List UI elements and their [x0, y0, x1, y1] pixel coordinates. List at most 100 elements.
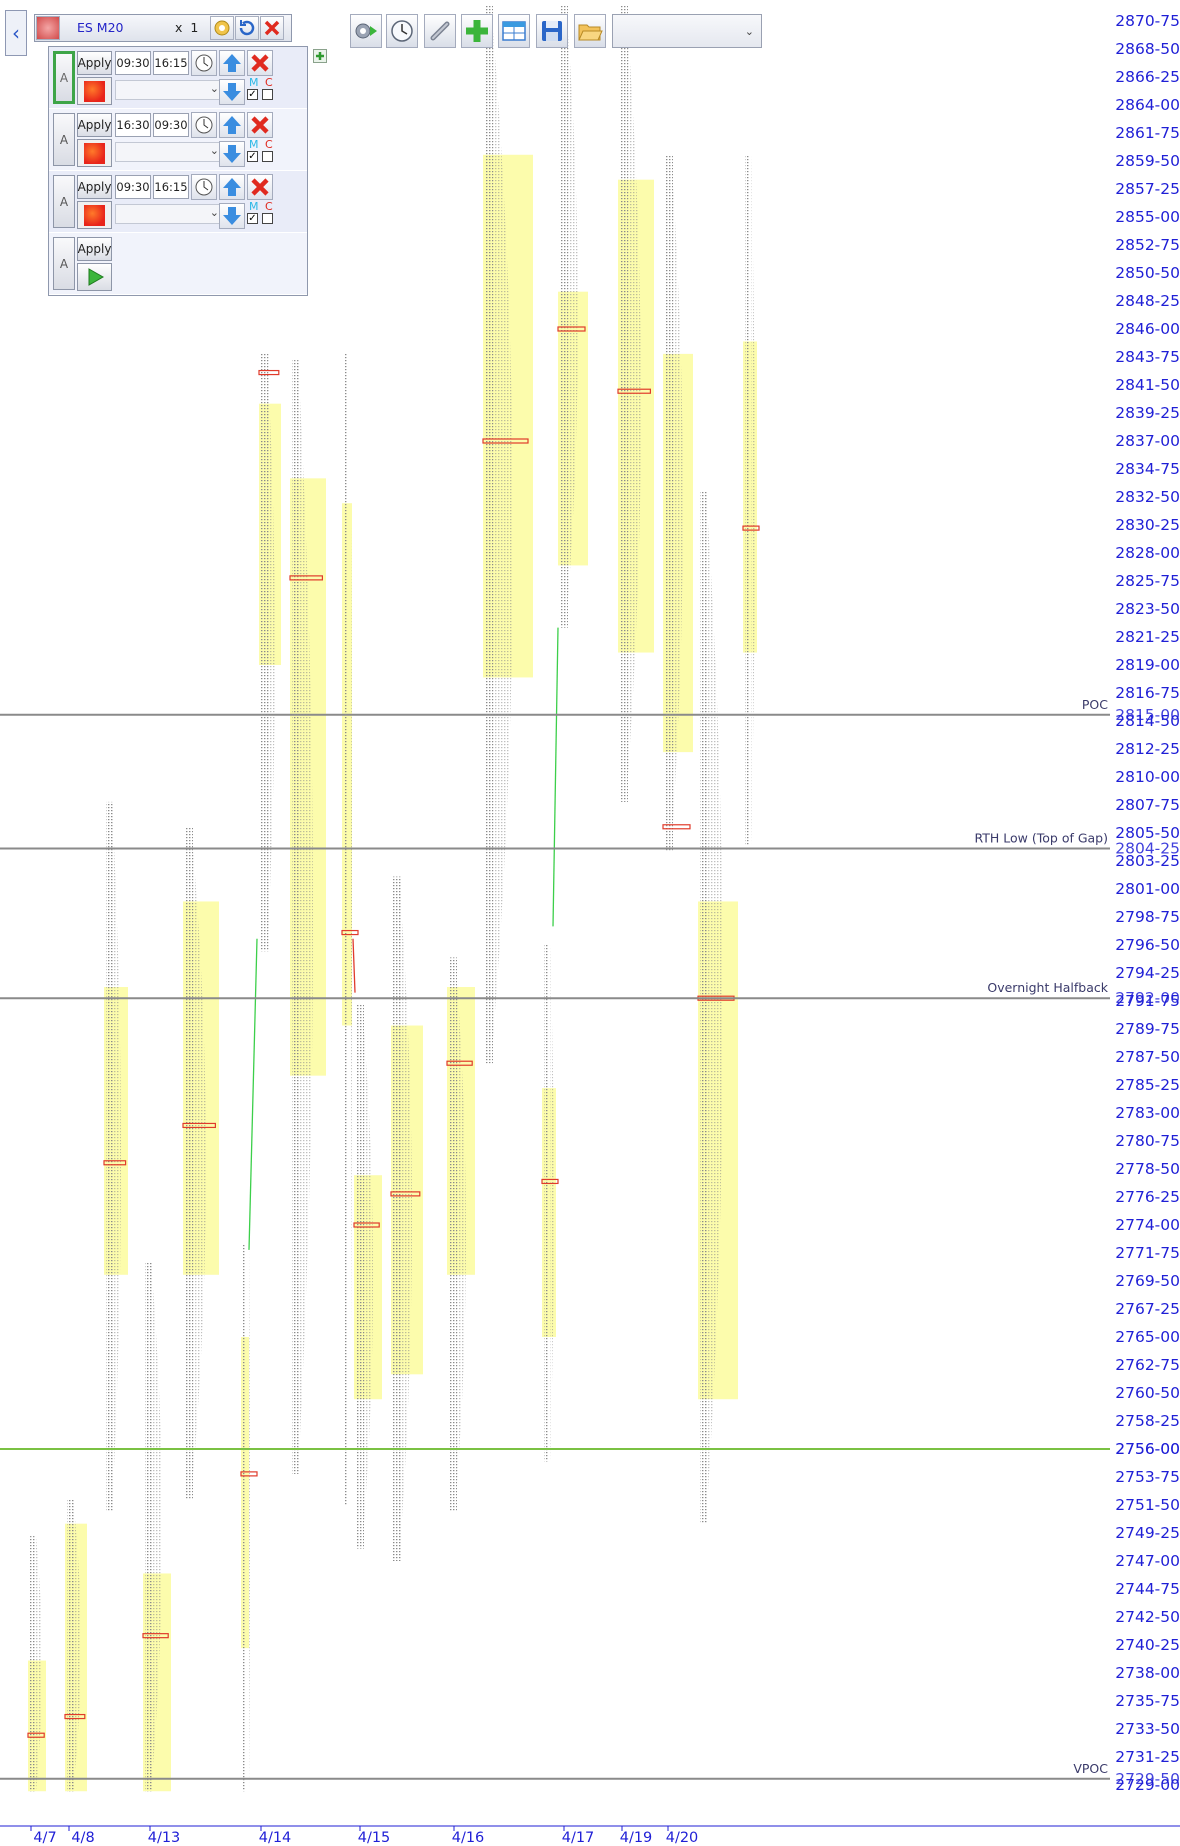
price-tick-label: 2735-75	[1115, 1692, 1180, 1710]
session-toggle-button[interactable]: A	[53, 51, 75, 104]
profile-4-15	[390, 876, 423, 1561]
collapse-panel-button[interactable]: ‹	[5, 10, 27, 56]
add-icon[interactable]	[461, 14, 493, 48]
settings-run-icon[interactable]	[350, 14, 382, 48]
price-tick-label: 2787-50	[1115, 1048, 1180, 1066]
apply-button[interactable]: Apply	[77, 175, 112, 199]
clock-icon[interactable]	[191, 174, 217, 200]
delete-session-icon[interactable]	[247, 50, 273, 76]
migration-line	[552, 627, 559, 927]
move-down-icon[interactable]	[219, 203, 245, 229]
table-layout-icon[interactable]	[498, 14, 530, 48]
move-up-icon[interactable]	[219, 112, 245, 138]
move-up-icon[interactable]	[219, 50, 245, 76]
tpo-letters	[544, 945, 549, 1462]
m-checkbox[interactable]: ✓	[247, 213, 258, 224]
profile-type-select[interactable]: ⌄	[115, 142, 223, 162]
color-picker-button[interactable]	[77, 139, 112, 167]
date-tick-label: 4/15	[358, 1830, 391, 1846]
open-folder-icon[interactable]	[574, 14, 606, 48]
price-tick-label: 2796-50	[1115, 936, 1180, 954]
clock-icon[interactable]	[191, 50, 217, 76]
price-tick-label: 2834-75	[1115, 460, 1180, 478]
price-tick-label: 2762-75	[1115, 1356, 1180, 1374]
gear-icon[interactable]	[210, 16, 234, 40]
session-toggle-button[interactable]: A	[53, 175, 75, 228]
price-tick-label: 2846-00	[1115, 320, 1180, 338]
move-up-icon[interactable]	[219, 174, 245, 200]
price-tick-label: 2821-25	[1115, 628, 1180, 646]
start-time-field[interactable]: 16:30	[115, 113, 151, 137]
start-time-field[interactable]: 09:30	[115, 51, 151, 75]
date-tick-label: 4/13	[148, 1830, 181, 1846]
power-icon[interactable]	[36, 16, 60, 40]
tpo-letters	[745, 154, 750, 846]
tpo-letters	[344, 353, 348, 1505]
price-tick-label: 2830-25	[1115, 516, 1180, 534]
multiplier-label: x 1	[175, 20, 199, 35]
date-tick-label: 4/16	[452, 1830, 485, 1846]
chevron-down-icon: ⌄	[209, 144, 219, 157]
price-tick-label: 2733-50	[1115, 1720, 1180, 1738]
color-picker-button[interactable]	[77, 201, 112, 229]
price-tick-label: 2731-25	[1115, 1748, 1180, 1766]
price-tick-label: 2794-25	[1115, 964, 1180, 982]
c-checkbox[interactable]	[262, 151, 273, 162]
refresh-icon[interactable]	[235, 16, 259, 40]
multiplier-value: 1	[190, 20, 199, 35]
session-toggle-button[interactable]: A	[53, 113, 75, 166]
price-tick-label: 2740-25	[1115, 1636, 1180, 1654]
session-row-4: A Apply	[49, 233, 307, 294]
apply-button[interactable]: Apply	[77, 237, 112, 261]
clock-icon[interactable]	[386, 14, 418, 48]
delete-session-icon[interactable]	[247, 174, 273, 200]
apply-button[interactable]: Apply	[77, 51, 112, 75]
clock-icon[interactable]	[191, 112, 217, 138]
color-picker-button[interactable]	[77, 77, 112, 105]
profile-4-8	[103, 801, 128, 1512]
move-down-icon[interactable]	[219, 79, 245, 105]
profile-4-7	[27, 1536, 46, 1792]
end-time-field[interactable]: 16:15	[153, 175, 189, 199]
price-tick-label: 2753-75	[1115, 1468, 1180, 1486]
chevron-down-icon: ⌄	[209, 82, 219, 95]
start-time-field[interactable]: 09:30	[115, 175, 151, 199]
price-tick-label: 2812-25	[1115, 740, 1180, 758]
end-time-field[interactable]: 16:15	[153, 51, 189, 75]
profile-4-14	[289, 360, 326, 1474]
date-tick-label: 4/8	[71, 1830, 94, 1846]
c-checkbox[interactable]	[262, 213, 273, 224]
profile-type-select[interactable]: ⌄	[115, 204, 223, 224]
link-icon[interactable]	[424, 14, 456, 48]
price-arrow	[352, 938, 356, 993]
add-session-button[interactable]	[313, 49, 327, 63]
price-tick-label: 2848-25	[1115, 292, 1180, 310]
price-tick-label: 2837-00	[1115, 432, 1180, 450]
date-tick-label: 4/20	[666, 1830, 699, 1846]
apply-button[interactable]: Apply	[77, 113, 112, 137]
end-time-field[interactable]: 09:30	[153, 113, 189, 137]
c-checkbox[interactable]	[262, 89, 273, 100]
save-icon[interactable]	[536, 14, 568, 48]
reference-line-label: POC	[1082, 697, 1108, 712]
price-tick-label: 2749-25	[1115, 1524, 1180, 1542]
session-toggle-button[interactable]: A	[53, 237, 75, 290]
play-icon[interactable]	[77, 263, 112, 291]
profile-4-16	[482, 5, 533, 1064]
close-icon[interactable]	[260, 16, 284, 40]
date-tick-label: 4/17	[562, 1830, 595, 1846]
price-axis: 2870-75 2868-50 2866-25 2864-00 2861-75 2859-…	[1115, 12, 1180, 1794]
price-tick-label: 2751-50	[1115, 1496, 1180, 1514]
profile-4-19	[617, 5, 654, 802]
price-tick-label: 2747-00	[1115, 1552, 1180, 1570]
m-checkbox[interactable]: ✓	[247, 89, 258, 100]
profile-type-select[interactable]: ⌄	[115, 80, 223, 100]
profile-4-14	[258, 353, 281, 952]
m-checkbox[interactable]: ✓	[247, 151, 258, 162]
symbol-name[interactable]: ES M20	[77, 20, 124, 35]
move-down-icon[interactable]	[219, 141, 245, 167]
layout-select[interactable]: ⌄	[612, 14, 762, 48]
price-tick-label: 2832-50	[1115, 488, 1180, 506]
delete-session-icon[interactable]	[247, 112, 273, 138]
c-label: C	[265, 200, 273, 213]
